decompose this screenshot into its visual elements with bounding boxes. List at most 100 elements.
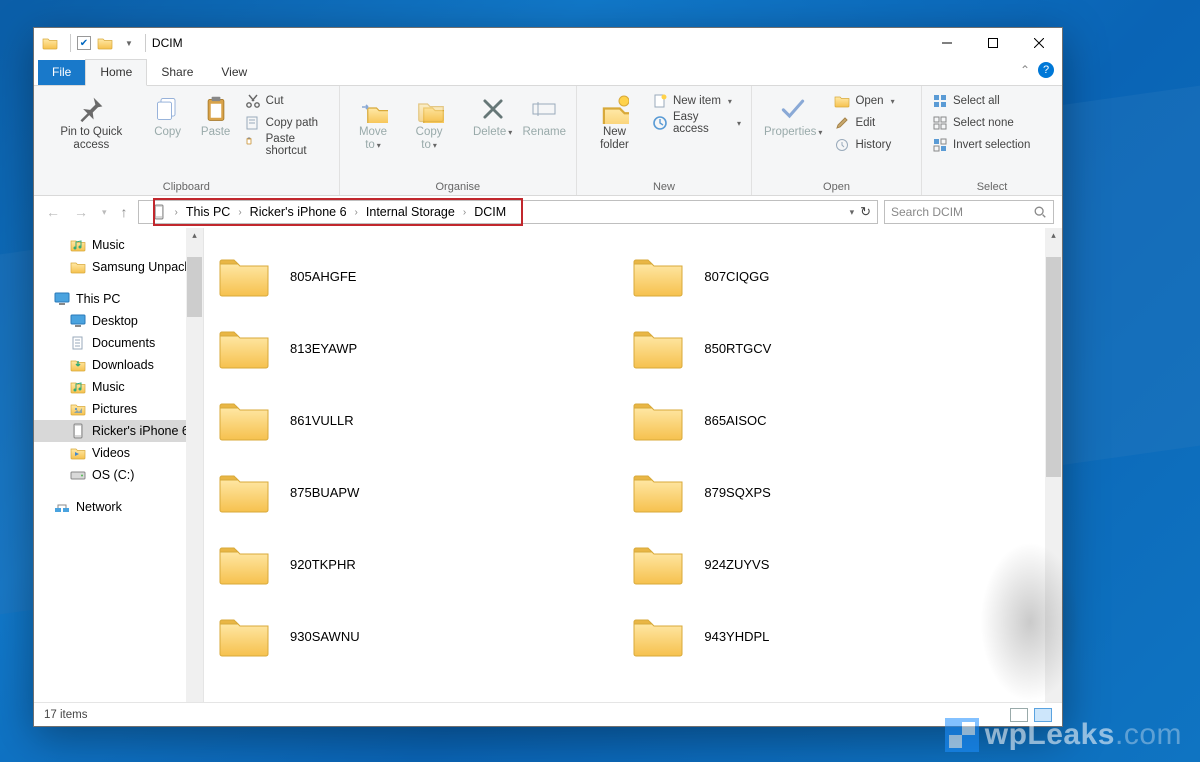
back-button[interactable]: ← bbox=[42, 202, 64, 222]
tree-icon bbox=[70, 335, 86, 351]
history-icon bbox=[834, 137, 850, 153]
collapse-ribbon-icon[interactable]: ⌃ bbox=[1020, 63, 1030, 77]
folder-icon bbox=[218, 326, 270, 370]
move-to-button[interactable]: Move to▾ bbox=[346, 90, 401, 156]
folder-label: 805AHGFE bbox=[290, 269, 356, 284]
tree-item[interactable]: Downloads bbox=[34, 354, 203, 376]
group-organise-label: Organise bbox=[346, 179, 570, 193]
close-button[interactable] bbox=[1016, 28, 1062, 58]
pin-quickaccess-button[interactable]: Pin to Quick access bbox=[40, 90, 143, 156]
tab-home[interactable]: Home bbox=[85, 59, 147, 86]
address-bar[interactable]: › This PC› Ricker's iPhone 6› Internal S… bbox=[138, 200, 878, 224]
folder-icon bbox=[632, 542, 684, 586]
tree-icon bbox=[70, 445, 86, 461]
properties-button[interactable]: Properties▾ bbox=[758, 90, 828, 143]
tree-item[interactable]: Samsung Unpack bbox=[34, 256, 203, 278]
folder-item[interactable]: 865AISOC bbox=[622, 384, 1032, 456]
tree-item[interactable]: Music bbox=[34, 234, 203, 256]
folder-item[interactable]: 813EYAWP bbox=[208, 312, 618, 384]
tree-icon bbox=[70, 401, 86, 417]
folder-icon bbox=[632, 326, 684, 370]
selectnone-icon bbox=[932, 115, 948, 131]
content-pane[interactable]: 805AHGFE 813EYAWP 861VULLR 875BUAPW920TKPHR… bbox=[204, 228, 1062, 702]
tree-icon bbox=[70, 259, 86, 275]
nav-tree[interactable]: MusicSamsung Unpack This PC DesktopDocum… bbox=[34, 228, 204, 702]
folder-item[interactable]: 861VULLR bbox=[208, 384, 618, 456]
up-button[interactable]: ↑ bbox=[117, 202, 132, 222]
tree-item[interactable]: Documents bbox=[34, 332, 203, 354]
tree-thispc[interactable]: This PC bbox=[34, 288, 203, 310]
address-dropdown-icon[interactable]: ▾ bbox=[850, 207, 855, 218]
new-item-button[interactable]: New item▾ bbox=[648, 90, 745, 112]
select-none-button[interactable]: Select none bbox=[928, 112, 1034, 134]
folder-item[interactable]: 930SAWNU bbox=[208, 600, 618, 672]
copy-to-button[interactable]: Copy to▾ bbox=[402, 90, 456, 156]
rename-button[interactable]: Rename bbox=[518, 90, 570, 143]
cut-button[interactable]: Cut bbox=[241, 90, 333, 112]
group-open-label: Open bbox=[758, 179, 915, 193]
breadcrumb-root-icon[interactable] bbox=[145, 201, 173, 223]
tree-item[interactable]: Ricker's iPhone 6 bbox=[34, 420, 203, 442]
tree-scrollbar[interactable]: ▴ bbox=[186, 228, 203, 702]
folder-label: 930SAWNU bbox=[290, 629, 360, 644]
folder-item[interactable]: 875BUAPW bbox=[208, 456, 618, 528]
folder-item[interactable]: 879SQXPS bbox=[622, 456, 1032, 528]
copy-path-button[interactable]: Copy path bbox=[241, 112, 333, 134]
tree-icon bbox=[70, 357, 86, 373]
delete-button[interactable]: Delete▾ bbox=[469, 90, 517, 143]
folder-label: 861VULLR bbox=[290, 413, 354, 428]
new-folder-button[interactable]: New folder bbox=[583, 90, 646, 156]
tree-network[interactable]: Network bbox=[34, 496, 203, 518]
ribbon: Pin to Quick access Copy Paste Cut Copy … bbox=[34, 86, 1062, 196]
chevron-right-icon[interactable]: › bbox=[173, 207, 180, 218]
tree-item[interactable]: Videos bbox=[34, 442, 203, 464]
tree-item[interactable]: Desktop bbox=[34, 310, 203, 332]
invert-selection-button[interactable]: Invert selection bbox=[928, 134, 1034, 156]
invert-icon bbox=[932, 137, 948, 153]
folder-icon bbox=[632, 398, 684, 442]
refresh-button[interactable]: ↻ bbox=[860, 204, 871, 220]
titlebar[interactable]: ✔ ▼ DCIM bbox=[34, 28, 1062, 58]
history-button[interactable]: History bbox=[830, 134, 898, 156]
paste-shortcut-button[interactable]: Paste shortcut bbox=[241, 134, 333, 156]
group-clipboard-label: Clipboard bbox=[40, 179, 333, 193]
easy-access-button[interactable]: Easy access▾ bbox=[648, 112, 745, 134]
minimize-button[interactable] bbox=[924, 28, 970, 58]
breadcrumb-item-1[interactable]: Ricker's iPhone 6 bbox=[244, 201, 353, 223]
tab-file[interactable]: File bbox=[38, 60, 85, 85]
qat-properties-checkbox[interactable]: ✔ bbox=[77, 36, 91, 50]
folder-item[interactable]: 943YHDPL bbox=[622, 600, 1032, 672]
folder-icon bbox=[218, 614, 270, 658]
folder-item[interactable]: 850RTGCV bbox=[622, 312, 1032, 384]
select-all-button[interactable]: Select all bbox=[928, 90, 1034, 112]
folder-item[interactable]: 805AHGFE bbox=[208, 240, 618, 312]
breadcrumb-item-0[interactable]: This PC bbox=[180, 201, 236, 223]
tree-item[interactable]: Pictures bbox=[34, 398, 203, 420]
breadcrumb-item-2[interactable]: Internal Storage bbox=[360, 201, 461, 223]
search-box[interactable]: Search DCIM bbox=[884, 200, 1054, 224]
ribbon-tabs: File Home Share View ⌃ ? bbox=[34, 58, 1062, 86]
tree-icon bbox=[70, 313, 86, 329]
tab-share[interactable]: Share bbox=[147, 60, 207, 85]
content-scrollbar[interactable]: ▴ bbox=[1045, 228, 1062, 702]
copy-button[interactable]: Copy bbox=[145, 90, 191, 143]
qat-folder-icon[interactable] bbox=[97, 35, 113, 51]
breadcrumb-item-3[interactable]: DCIM bbox=[468, 201, 512, 223]
folder-icon bbox=[218, 398, 270, 442]
maximize-button[interactable] bbox=[970, 28, 1016, 58]
window-title: DCIM bbox=[152, 36, 183, 50]
paste-button[interactable]: Paste bbox=[193, 90, 239, 143]
help-icon[interactable]: ? bbox=[1038, 62, 1054, 78]
recent-dropdown[interactable]: ▾ bbox=[98, 205, 111, 220]
tab-view[interactable]: View bbox=[207, 60, 261, 85]
folder-item[interactable]: 924ZUYVS bbox=[622, 528, 1032, 600]
qat-dropdown-icon[interactable]: ▼ bbox=[125, 39, 133, 48]
forward-button[interactable]: → bbox=[70, 202, 92, 222]
edit-button[interactable]: Edit bbox=[830, 112, 898, 134]
open-button[interactable]: Open▾ bbox=[830, 90, 898, 112]
folder-item[interactable]: 920TKPHR bbox=[208, 528, 618, 600]
tree-item[interactable]: Music bbox=[34, 376, 203, 398]
tree-item[interactable]: OS (C:) bbox=[34, 464, 203, 486]
folder-item[interactable]: 807CIQGG bbox=[622, 240, 1032, 312]
nav-bar: ← → ▾ ↑ › This PC› Ricker's iPhone 6› In… bbox=[34, 196, 1062, 228]
